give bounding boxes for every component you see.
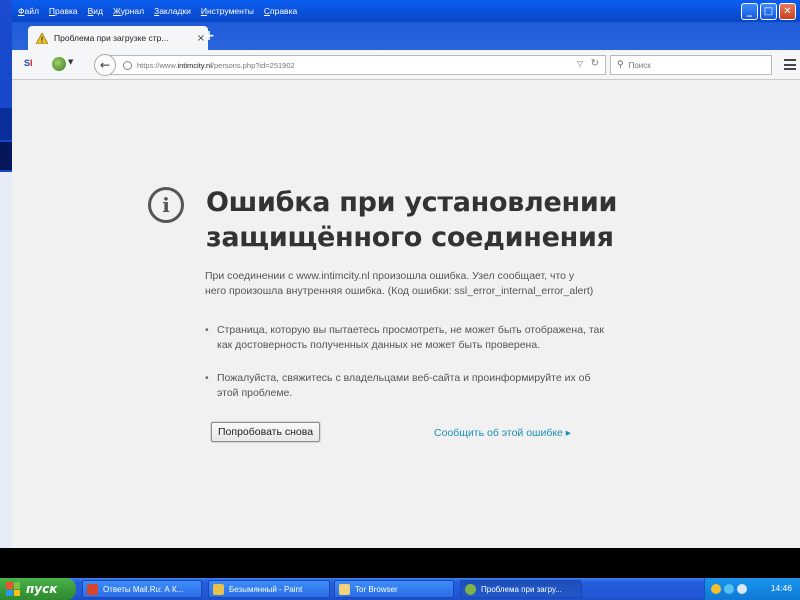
new-tab-button[interactable]: + [200, 28, 218, 44]
task-label: Проблема при загру... [481, 584, 562, 594]
info-icon: i [148, 187, 184, 223]
url-bar[interactable]: https://www.intimcity.nl/persons.php?id=… [108, 55, 606, 75]
menu-view[interactable]: Вид [88, 6, 103, 16]
url-text[interactable]: https://www.intimcity.nl/persons.php?id=… [137, 61, 295, 70]
search-input[interactable] [628, 60, 759, 70]
taskbar-item-mail[interactable]: Ответы Mail.Ru: А К... [82, 580, 202, 598]
taskbar-item-paint[interactable]: Безымянный - Paint [208, 580, 330, 598]
error-title: Ошибка при установлении защищённого соед… [206, 187, 618, 253]
task-label: Tor Browser [355, 584, 398, 594]
back-button[interactable]: ← [94, 54, 116, 76]
security-shield-icon[interactable] [711, 584, 721, 594]
menu-bar: Файл Правка Вид Журнал Закладки Инструме… [12, 0, 800, 22]
paint-icon [213, 583, 224, 595]
tor-onion-icon [465, 583, 476, 595]
clock: 14:46 [770, 583, 792, 593]
menu-help[interactable]: Справка [264, 6, 297, 16]
tab-strip: Проблема при загрузке стр... × + [12, 22, 800, 50]
browser-window: Файл Правка Вид Журнал Закладки Инструме… [12, 0, 800, 578]
menu-tools[interactable]: Инструменты [201, 6, 254, 16]
error-bullet-list: Страница, которую вы пытаетесь просмотре… [205, 323, 605, 419]
system-tray: 14:46 [704, 578, 800, 600]
url-path: /persons.php?id=251902 [211, 60, 295, 70]
logo-accent: I [30, 58, 33, 68]
menu-history[interactable]: Журнал [113, 6, 144, 16]
browser-icon [87, 583, 98, 595]
minimize-button[interactable]: _ [741, 3, 758, 20]
search-icon: ⚲ [617, 60, 624, 70]
taskbar-item-error-page[interactable]: Проблема при загру... [460, 580, 582, 598]
history-dropdown-icon[interactable]: ▽ [577, 59, 583, 68]
close-window-button[interactable]: ✕ [779, 3, 796, 20]
start-button[interactable]: пуск [0, 578, 76, 600]
error-description: При соединении с www.intimcity.nl произо… [205, 270, 594, 297]
arrow-left-icon: ← [99, 58, 111, 72]
url-domain: intimcity.nl [177, 60, 212, 70]
report-error-link[interactable]: Сообщить об этой ошибке ▸ [434, 427, 571, 439]
try-again-button[interactable]: Попробовать снова [211, 422, 321, 442]
menu-bookmarks[interactable]: Закладки [154, 6, 191, 16]
start-label: пуск [26, 582, 58, 596]
navigation-toolbar: SI ▼ https://www.intimcity.nl/persons.ph… [12, 50, 800, 80]
list-item: Страница, которую вы пытаетесь просмотре… [205, 323, 605, 353]
task-label: Ответы Mail.Ru: А К... [103, 584, 184, 594]
tab-active[interactable]: Проблема при загрузке стр... × [28, 26, 208, 50]
taskbar-item-tor[interactable]: Tor Browser [334, 580, 454, 598]
globe-icon [123, 60, 132, 70]
search-bar[interactable]: ⚲ [610, 55, 772, 75]
window-controls: _ □ ✕ [741, 3, 796, 20]
tor-onion-icon[interactable] [52, 57, 66, 71]
network-icon[interactable] [724, 584, 734, 594]
folder-icon [339, 583, 350, 595]
menu-file[interactable]: Файл [18, 6, 39, 16]
maximize-button[interactable]: □ [760, 3, 777, 20]
desktop-black-strip [0, 548, 800, 578]
volume-icon[interactable] [737, 584, 747, 594]
url-prefix: https://www. [137, 60, 178, 70]
warning-icon [36, 32, 48, 44]
task-label: Безымянный - Paint [229, 584, 303, 594]
page-content: i Ошибка при установлении защищённого со… [12, 81, 800, 548]
noscript-icon[interactable]: SI [24, 58, 33, 68]
taskbar: пуск Ответы Mail.Ru: А К... Безымянный -… [0, 578, 800, 600]
list-item: Пожалуйста, свяжитесь с владельцами веб-… [205, 371, 605, 401]
windows-logo-icon [6, 582, 20, 596]
menu-icon[interactable] [784, 59, 796, 70]
tab-title: Проблема при загрузке стр... [54, 33, 169, 43]
menu-edit[interactable]: Правка [49, 6, 78, 16]
reload-icon[interactable]: ↻ [591, 58, 599, 69]
chevron-down-icon[interactable]: ▼ [68, 58, 73, 66]
